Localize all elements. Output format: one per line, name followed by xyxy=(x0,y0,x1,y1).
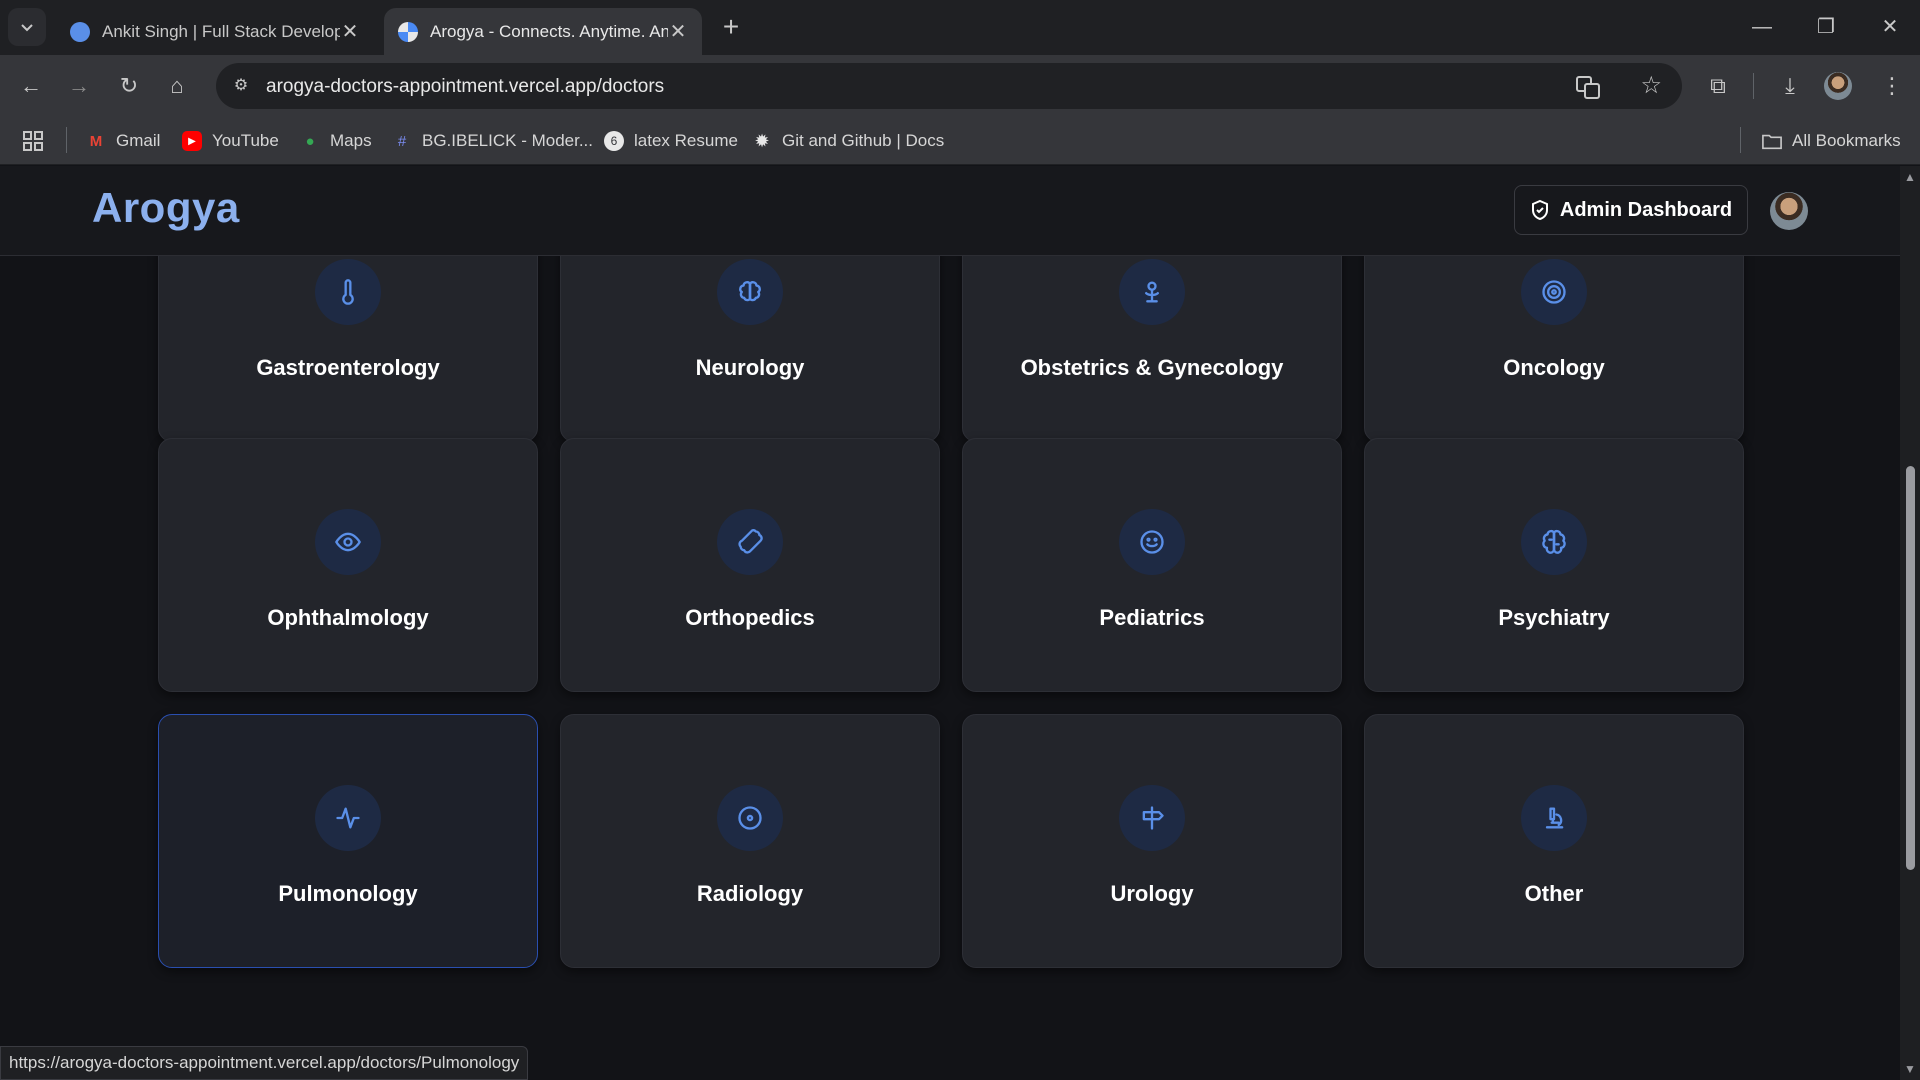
specialty-label: Psychiatry xyxy=(1498,605,1610,630)
page-scrollbar-thumb[interactable] xyxy=(1906,466,1915,870)
extensions-icon[interactable]: ⧉ xyxy=(1702,70,1734,102)
specialty-grid: Gastroenterology Neurology Obstetrics & … xyxy=(0,166,1900,1080)
specialty-label: Urology xyxy=(1110,881,1194,906)
home-icon[interactable]: ⌂ xyxy=(160,69,194,103)
app-header: Arogya Admin Dashboard xyxy=(0,166,1900,256)
microscope-icon xyxy=(1521,785,1587,851)
radio-icon xyxy=(717,785,783,851)
back-icon[interactable]: ← xyxy=(14,69,48,103)
specialty-card-orthopedics[interactable]: Orthopedics xyxy=(560,438,940,692)
url-text[interactable]: arogya-doctors-appointment.vercel.app/do… xyxy=(266,76,664,98)
all-bookmarks-button[interactable]: All Bookmarks xyxy=(1762,129,1901,153)
specialty-card-urology[interactable]: Urology xyxy=(962,714,1342,968)
bone-icon xyxy=(717,509,783,575)
user-avatar[interactable] xyxy=(1770,192,1808,230)
arogya-favicon-icon xyxy=(398,21,418,42)
bookmark-gmail[interactable]: M Gmail xyxy=(86,129,161,153)
bookmark-youtube[interactable]: ▶ YouTube xyxy=(182,129,279,153)
bookmarks-divider xyxy=(1740,127,1741,153)
translate-icon[interactable] xyxy=(1574,73,1602,101)
specialty-card-pulmonology[interactable]: Pulmonology xyxy=(158,714,538,968)
specialty-card-other[interactable]: Other xyxy=(1364,714,1744,968)
link-status-bar: https://arogya-doctors-appointment.verce… xyxy=(0,1046,529,1080)
close-tab-icon[interactable]: ✕ xyxy=(668,19,688,44)
bookmark-star-icon[interactable]: ☆ xyxy=(1640,71,1662,100)
shield-check-icon xyxy=(1531,199,1548,221)
brain-icon xyxy=(717,259,783,325)
smile-icon xyxy=(1119,509,1185,575)
specialty-label: Ophthalmology xyxy=(267,605,429,630)
specialty-label: Orthopedics xyxy=(685,605,815,630)
eye-icon xyxy=(315,509,381,575)
baby-icon xyxy=(1119,259,1185,325)
specialty-label: Pulmonology xyxy=(278,881,418,906)
bookmarks-divider xyxy=(66,127,67,153)
bookmark-bg-ibelick[interactable]: # BG.IBELICK - Moder... xyxy=(392,129,593,153)
restore-icon[interactable]: ❐ xyxy=(1806,10,1846,44)
specialty-card-radiology[interactable]: Radiology xyxy=(560,714,940,968)
specialty-label: Other xyxy=(1524,881,1584,906)
apps-grid-icon[interactable] xyxy=(22,129,44,153)
tab-search-button[interactable] xyxy=(8,8,46,46)
admin-dashboard-button[interactable]: Admin Dashboard xyxy=(1514,185,1748,235)
toolbar-divider xyxy=(1753,73,1754,99)
chevron-down-icon xyxy=(21,24,33,32)
specialty-card-pediatrics[interactable]: Pediatrics xyxy=(962,438,1342,692)
new-tab-button[interactable]: + xyxy=(716,12,746,42)
brain-icon xyxy=(1521,509,1587,575)
specialty-card-ophthalmology[interactable]: Ophthalmology xyxy=(158,438,538,692)
forward-icon[interactable]: → xyxy=(62,69,96,103)
thermometer-icon xyxy=(315,259,381,325)
specialty-card-psychiatry[interactable]: Psychiatry xyxy=(1364,438,1744,692)
specialty-label: Radiology xyxy=(696,881,804,906)
overleaf-icon: 6 xyxy=(604,131,624,151)
specialty-label: Gastroenterology xyxy=(256,355,440,380)
profile-avatar[interactable] xyxy=(1824,72,1852,100)
specialty-label: Neurology xyxy=(695,355,805,380)
signpost-icon xyxy=(1119,785,1185,851)
portfolio-favicon-icon xyxy=(70,21,90,42)
activity-icon xyxy=(315,785,381,851)
youtube-icon: ▶ xyxy=(182,131,202,151)
scroll-up-arrow-icon[interactable]: ▲ xyxy=(1904,171,1916,183)
app-logo[interactable]: Arogya xyxy=(92,184,240,232)
bookmark-git-github-docs[interactable]: ✹ Git and Github | Docs xyxy=(752,129,944,153)
specialty-label: Obstetrics & Gynecology xyxy=(1020,355,1284,380)
hash-icon: # xyxy=(397,132,407,150)
gear-icon: ✹ xyxy=(754,130,770,151)
bookmark-latex-resume[interactable]: 6 latex Resume xyxy=(604,129,738,153)
site-info-icon[interactable]: ⚙ xyxy=(228,73,254,99)
browser-tab-portfolio[interactable]: Ankit Singh | Full Stack Develop ✕ xyxy=(56,8,374,55)
reload-icon[interactable]: ↻ xyxy=(112,69,146,103)
close-tab-icon[interactable]: ✕ xyxy=(340,19,360,44)
menu-kebab-icon[interactable]: ⋮ xyxy=(1876,70,1908,102)
folder-icon xyxy=(1762,134,1782,150)
bookmarks-bar: M Gmail ▶ YouTube ● Maps # BG.IBELICK - … xyxy=(0,115,1920,165)
downloads-icon[interactable]: ⤓ xyxy=(1774,70,1806,102)
tab-title: Ankit Singh | Full Stack Develop xyxy=(102,21,340,41)
page-viewport: Gastroenterology Neurology Obstetrics & … xyxy=(0,166,1900,1080)
gmail-icon: M xyxy=(89,132,103,150)
browser-tab-bar: Ankit Singh | Full Stack Develop ✕ Arogy… xyxy=(0,0,1920,55)
browser-tab-arogya[interactable]: Arogya - Connects. Anytime. An ✕ xyxy=(384,8,702,55)
specialty-label: Oncology xyxy=(1503,355,1605,380)
browser-toolbar: ← → ↻ ⌂ ⚙ arogya-doctors-appointment.ver… xyxy=(0,55,1920,115)
minimize-icon[interactable]: — xyxy=(1742,10,1782,44)
target-icon xyxy=(1521,259,1587,325)
address-bar[interactable]: ⚙ arogya-doctors-appointment.vercel.app/… xyxy=(216,63,1682,109)
bookmark-maps[interactable]: ● Maps xyxy=(300,129,371,153)
specialty-label: Pediatrics xyxy=(1099,605,1205,630)
tab-title: Arogya - Connects. Anytime. An xyxy=(430,21,668,41)
maps-icon: ● xyxy=(305,132,315,150)
close-window-icon[interactable]: ✕ xyxy=(1870,10,1910,44)
scroll-down-arrow-icon[interactable]: ▼ xyxy=(1904,1063,1916,1075)
